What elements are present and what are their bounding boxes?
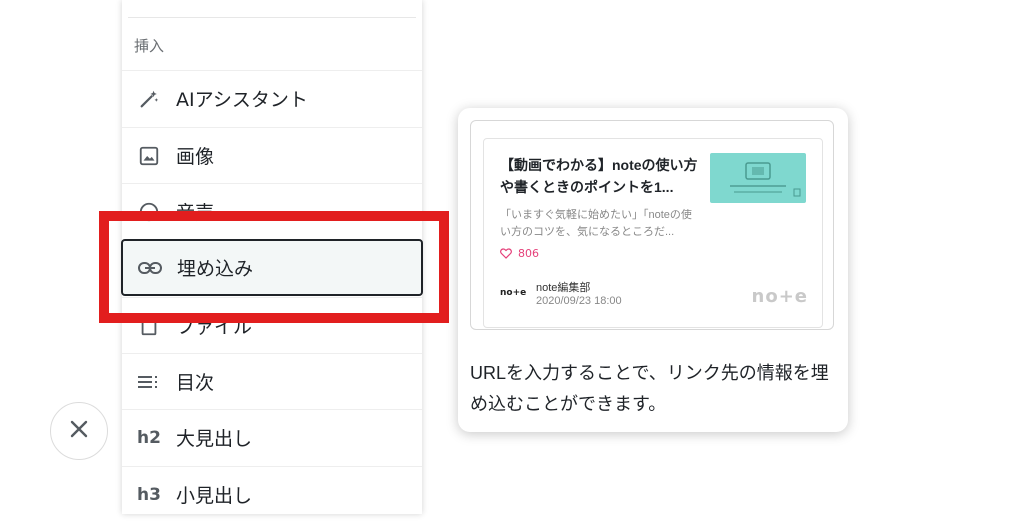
menu-header: 挿入	[134, 37, 165, 55]
post-date: 2020/09/23 18:00	[536, 295, 622, 307]
image-icon	[136, 143, 162, 169]
magic-wand-icon	[136, 86, 162, 112]
heart-icon	[500, 248, 512, 259]
tooltip-description: URLを入力することで、リンク先の情報を埋め込むことができます。	[470, 363, 829, 414]
card-likes: 806	[500, 247, 539, 260]
menu-item-heading-large[interactable]: h2 大見出し	[122, 409, 422, 465]
heading-3-icon: h3	[137, 484, 161, 505]
menu-divider	[128, 17, 416, 18]
card-title: 【動画でわかる】noteの使い方や書くときのポイントを1...	[500, 157, 698, 195]
card-description: 「いますぐ気軽に始めたい」「noteの使い方のコツを、気になるところだ...	[500, 209, 692, 238]
author-name: note編集部	[536, 282, 591, 294]
menu-item-image[interactable]: 画像	[122, 127, 422, 183]
menu-item-label: AIアシスタント	[176, 89, 308, 111]
heading-2-icon: h2	[137, 427, 161, 448]
note-brand-logo: no+e	[751, 286, 808, 307]
menu-item-label: 大見出し	[176, 428, 253, 450]
menu-item-label: 画像	[176, 146, 215, 168]
menu-item-embed[interactable]: 埋め込み	[121, 239, 423, 296]
embed-preview-card: 【動画でわかる】noteの使い方や書くときのポイントを1... 「いますぐ気軽に…	[483, 138, 823, 328]
author-logo: no+e	[500, 288, 527, 298]
likes-count: 806	[518, 247, 539, 260]
menu-item-ai-assistant[interactable]: AIアシスタント	[122, 70, 422, 126]
card-thumbnail	[710, 153, 806, 203]
card-author: no+e note編集部 2020/09/23 18:00	[500, 279, 622, 307]
menu-item-label: 目次	[176, 372, 215, 394]
menu-item-label: 埋め込み	[177, 258, 254, 280]
close-icon	[69, 419, 89, 443]
menu-item-toc[interactable]: 目次	[122, 353, 422, 409]
toc-icon	[136, 369, 162, 395]
embed-tooltip: 【動画でわかる】noteの使い方や書くときのポイントを1... 「いますぐ気軽に…	[458, 108, 848, 432]
link-icon	[137, 255, 163, 281]
menu-item-label: 小見出し	[176, 485, 253, 507]
close-button[interactable]	[50, 402, 108, 460]
